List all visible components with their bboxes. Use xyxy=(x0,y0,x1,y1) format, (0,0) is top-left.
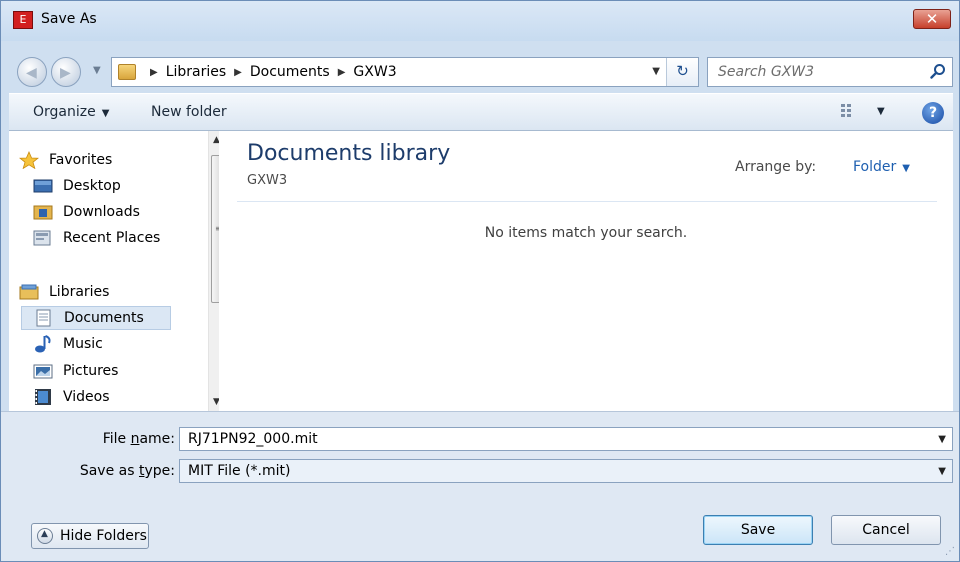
organize-button[interactable]: Organize ▼ xyxy=(33,104,109,120)
nav-favorites-header[interactable]: Favorites xyxy=(19,149,199,173)
view-options-icon[interactable] xyxy=(841,104,857,118)
file-name-value: RJ71PN92_000.mit xyxy=(188,431,318,447)
back-button[interactable]: ◀ xyxy=(17,57,47,87)
videos-icon xyxy=(35,389,51,405)
app-icon: E xyxy=(13,11,33,29)
music-icon xyxy=(35,335,51,353)
desktop-icon xyxy=(33,179,53,193)
cancel-button[interactable]: Cancel xyxy=(831,515,941,545)
save-as-type-select[interactable]: MIT File (*.mit) ▼ xyxy=(179,459,953,483)
breadcrumb-libraries[interactable]: Libraries xyxy=(166,64,226,80)
save-as-type-value: MIT File (*.mit) xyxy=(188,463,291,479)
nav-item-videos[interactable]: Videos xyxy=(33,386,213,410)
chevron-right-icon[interactable]: ▶ xyxy=(338,67,346,78)
window-title: Save As xyxy=(41,11,97,27)
close-button[interactable]: ✕ xyxy=(913,9,951,29)
help-icon[interactable]: ? xyxy=(922,102,944,124)
file-name-field[interactable]: RJ71PN92_000.mit ▼ xyxy=(179,427,953,451)
nav-item-pictures[interactable]: Pictures xyxy=(33,360,213,384)
search-input[interactable]: Search GXW3 xyxy=(707,57,953,87)
arrange-by-label: Arrange by: xyxy=(735,159,817,175)
new-folder-button[interactable]: New folder xyxy=(151,104,227,120)
refresh-button[interactable]: ↻ xyxy=(666,58,698,86)
back-arrow-icon: ◀ xyxy=(26,65,37,81)
collapse-icon: ▲ xyxy=(37,528,53,544)
address-dropdown-icon[interactable]: ▼ xyxy=(652,66,660,77)
breadcrumb-gxw3[interactable]: GXW3 xyxy=(353,64,396,80)
content-pane[interactable]: Documents library GXW3 Arrange by: Folde… xyxy=(219,131,953,411)
chevron-right-icon: ▶ xyxy=(150,67,158,78)
file-name-label: File name: xyxy=(102,431,175,447)
breadcrumb-documents[interactable]: Documents xyxy=(250,64,330,80)
search-icon[interactable] xyxy=(930,63,946,79)
chevron-down-icon[interactable]: ▼ xyxy=(938,434,946,445)
downloads-icon xyxy=(33,205,53,220)
pictures-icon xyxy=(33,364,53,379)
star-icon xyxy=(19,151,39,169)
recent-locations-dropdown-icon[interactable]: ▼ xyxy=(93,65,101,76)
recent-places-icon xyxy=(33,230,51,246)
view-dropdown-icon[interactable]: ▼ xyxy=(877,106,885,117)
library-title: Documents library xyxy=(247,141,451,166)
arrange-by-dropdown[interactable]: Folder ▼ xyxy=(853,159,910,175)
nav-item-music[interactable]: Music xyxy=(33,333,213,357)
empty-message: No items match your search. xyxy=(484,225,688,241)
command-bar: Organize ▼ New folder ▼ ? xyxy=(9,93,953,131)
address-bar[interactable]: ▶ Libraries ▶ Documents ▶ GXW3 ▼ ↻ xyxy=(111,57,699,87)
save-button[interactable]: Save xyxy=(703,515,813,545)
documents-icon xyxy=(36,309,51,327)
nav-libraries-header[interactable]: Libraries xyxy=(19,281,199,305)
hide-folders-button[interactable]: ▲ Hide Folders xyxy=(31,523,149,549)
nav-item-recent-places[interactable]: Recent Places xyxy=(33,227,213,251)
folder-icon xyxy=(118,64,136,80)
libraries-icon xyxy=(19,284,39,300)
title-bar[interactable]: E Save As ✕ xyxy=(1,1,959,41)
search-placeholder: Search GXW3 xyxy=(718,64,815,80)
nav-item-desktop[interactable]: Desktop xyxy=(33,175,213,199)
forward-arrow-icon: ▶ xyxy=(60,65,71,81)
chevron-down-icon[interactable]: ▼ xyxy=(938,466,946,477)
chevron-right-icon[interactable]: ▶ xyxy=(234,67,242,78)
save-as-type-label: Save as type: xyxy=(79,463,175,479)
nav-item-downloads[interactable]: Downloads xyxy=(33,201,213,225)
resize-grip-icon[interactable]: ⋰ xyxy=(945,546,955,557)
library-subtitle: GXW3 xyxy=(247,173,288,188)
forward-button[interactable]: ▶ xyxy=(51,57,81,87)
divider xyxy=(237,201,937,202)
save-as-dialog: E Save As ✕ ◀ ▶ ▼ ▶ Libraries ▶ Documents ▶ G… xyxy=(0,0,960,562)
breadcrumb: ▶ Libraries ▶ Documents ▶ GXW3 xyxy=(144,64,397,80)
nav-item-documents[interactable]: Documents xyxy=(21,306,171,330)
chevron-down-icon: ▼ xyxy=(902,163,910,174)
refresh-icon: ↻ xyxy=(676,62,689,80)
navigation-pane: Favorites Desktop Downloads Recent Place… xyxy=(9,131,226,411)
chevron-down-icon: ▼ xyxy=(101,108,110,119)
